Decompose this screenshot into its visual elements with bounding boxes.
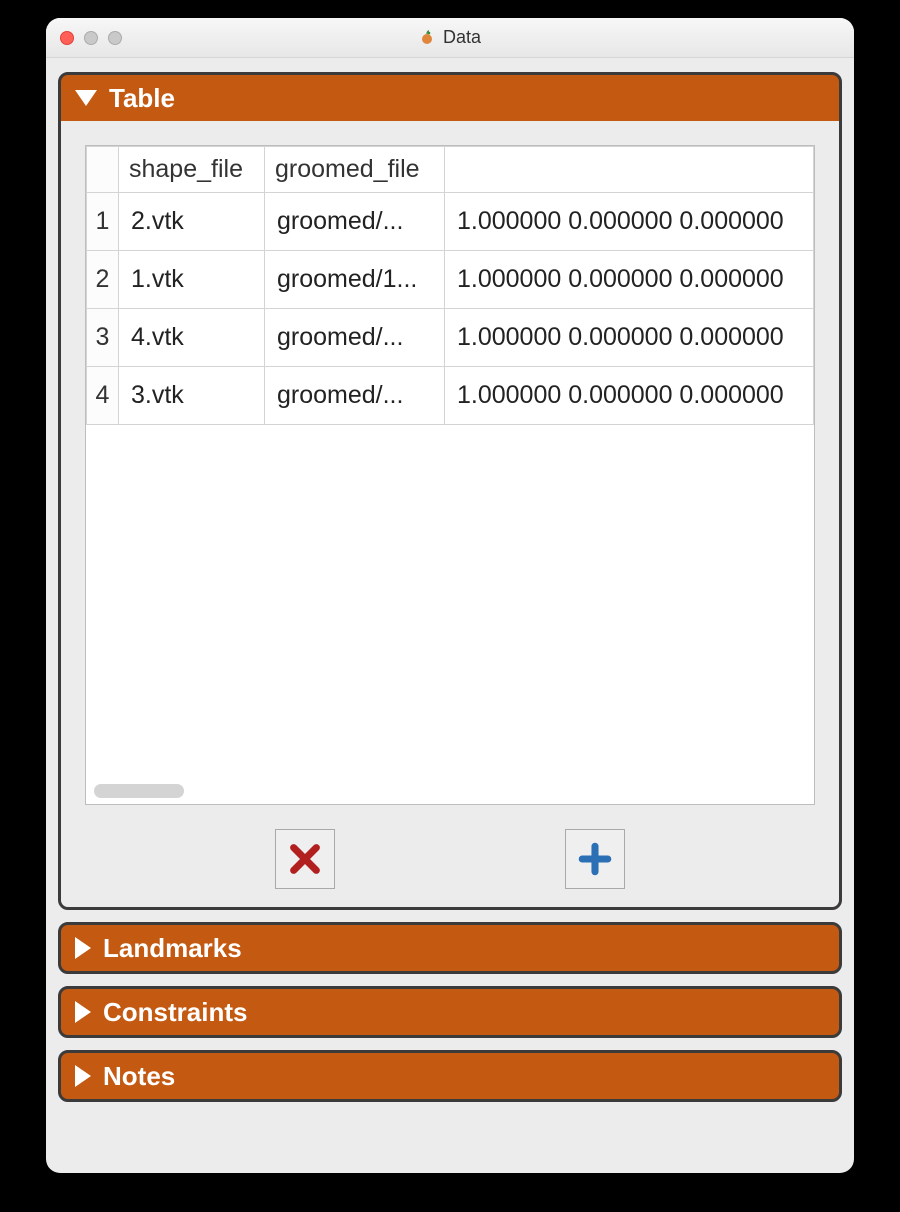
chevron-right-icon: [75, 937, 91, 959]
cell-shape_file[interactable]: 1.vtk: [119, 251, 265, 309]
chevron-right-icon: [75, 1065, 91, 1087]
zoom-window-button[interactable]: [108, 31, 122, 45]
table-row[interactable]: 2 1.vtk groomed/1... 1.000000 0.000000 0…: [87, 251, 814, 309]
section-label: Constraints: [103, 997, 247, 1028]
titlebar: Data: [46, 18, 854, 58]
cell-groomed_file[interactable]: groomed/...: [265, 193, 445, 251]
row-index[interactable]: 4: [87, 367, 119, 425]
add-button[interactable]: [565, 829, 625, 889]
cell-extra[interactable]: 1.000000 0.000000 0.000000: [445, 251, 814, 309]
table-row[interactable]: 1 2.vtk groomed/... 1.000000 0.000000 0.…: [87, 193, 814, 251]
horizontal-scrollbar[interactable]: [94, 784, 815, 798]
column-header-shape_file[interactable]: shape_file: [119, 147, 265, 193]
table-row[interactable]: 4 3.vtk groomed/... 1.000000 0.000000 0.…: [87, 367, 814, 425]
x-icon: [288, 842, 322, 876]
chevron-down-icon: [75, 90, 97, 106]
remove-button[interactable]: [275, 829, 335, 889]
scrollbar-thumb[interactable]: [94, 784, 184, 798]
section-header-landmarks[interactable]: Landmarks: [61, 925, 839, 971]
section-constraints: Constraints: [58, 986, 842, 1038]
app-icon: [419, 30, 435, 46]
section-label: Table: [109, 83, 175, 114]
data-table[interactable]: shape_file groomed_file 1 2.vtk groomed/…: [85, 145, 815, 805]
cell-shape_file[interactable]: 2.vtk: [119, 193, 265, 251]
cell-shape_file[interactable]: 3.vtk: [119, 367, 265, 425]
column-header-groomed_file[interactable]: groomed_file: [265, 147, 445, 193]
cell-groomed_file[interactable]: groomed/...: [265, 309, 445, 367]
window-title: Data: [46, 27, 854, 48]
cell-shape_file[interactable]: 4.vtk: [119, 309, 265, 367]
chevron-right-icon: [75, 1001, 91, 1023]
section-header-table[interactable]: Table: [61, 75, 839, 121]
section-table: Table shape_file groomed_file: [58, 72, 842, 910]
cell-extra[interactable]: 1.000000 0.000000 0.000000: [445, 367, 814, 425]
client-area: Table shape_file groomed_file: [46, 58, 854, 1173]
data-window: Data Table shape: [46, 18, 854, 1173]
section-notes: Notes: [58, 1050, 842, 1102]
section-landmarks: Landmarks: [58, 922, 842, 974]
cell-groomed_file[interactable]: groomed/...: [265, 367, 445, 425]
cell-groomed_file[interactable]: groomed/1...: [265, 251, 445, 309]
cell-extra[interactable]: 1.000000 0.000000 0.000000: [445, 309, 814, 367]
plus-icon: [578, 842, 612, 876]
row-index[interactable]: 3: [87, 309, 119, 367]
close-window-button[interactable]: [60, 31, 74, 45]
section-header-notes[interactable]: Notes: [61, 1053, 839, 1099]
section-body-table: shape_file groomed_file 1 2.vtk groomed/…: [61, 121, 839, 907]
minimize-window-button[interactable]: [84, 31, 98, 45]
table-row[interactable]: 3 4.vtk groomed/... 1.000000 0.000000 0.…: [87, 309, 814, 367]
row-index[interactable]: 2: [87, 251, 119, 309]
table-buttons: [85, 829, 815, 889]
column-header-extra[interactable]: [445, 147, 814, 193]
traffic-lights: [60, 31, 122, 45]
row-index[interactable]: 1: [87, 193, 119, 251]
window-title-text: Data: [443, 27, 481, 48]
cell-extra[interactable]: 1.000000 0.000000 0.000000: [445, 193, 814, 251]
table-header-row: shape_file groomed_file: [87, 147, 814, 193]
table-corner: [87, 147, 119, 193]
section-label: Notes: [103, 1061, 175, 1092]
section-label: Landmarks: [103, 933, 242, 964]
section-header-constraints[interactable]: Constraints: [61, 989, 839, 1035]
